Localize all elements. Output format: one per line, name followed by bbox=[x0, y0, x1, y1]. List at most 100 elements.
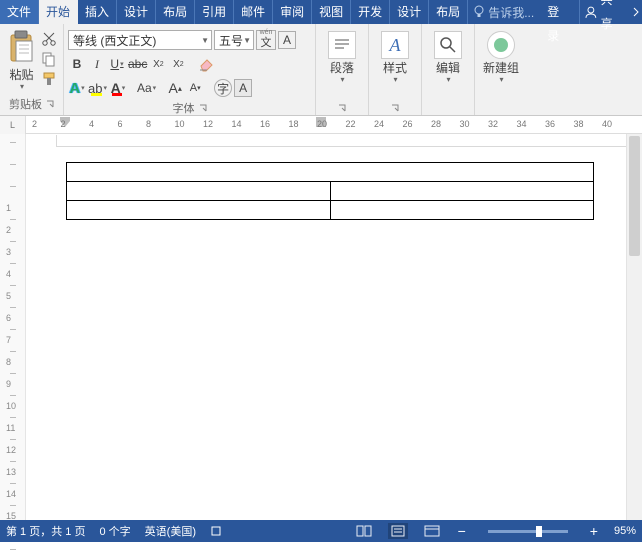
character-shading-button[interactable]: A bbox=[234, 79, 252, 97]
table-row[interactable] bbox=[67, 182, 594, 201]
ruler-tick: 5 bbox=[6, 291, 11, 301]
table-row[interactable] bbox=[67, 201, 594, 220]
ribbon-options[interactable] bbox=[630, 0, 642, 24]
ruler-tick: 10 bbox=[175, 119, 185, 129]
ruler-tick: 24 bbox=[374, 119, 384, 129]
tell-me[interactable]: 告诉我... bbox=[468, 0, 539, 24]
cut-button[interactable] bbox=[41, 31, 57, 47]
vertical-scrollbar[interactable] bbox=[626, 134, 642, 520]
view-print-button[interactable] bbox=[388, 523, 408, 539]
font-name-combo[interactable]: 等线 (西文正文) ▼ bbox=[68, 30, 212, 50]
status-language[interactable]: 英语(美国) bbox=[145, 523, 196, 539]
grow-font-button[interactable]: A▴ bbox=[166, 78, 184, 98]
dialog-launcher-icon[interactable] bbox=[338, 104, 346, 112]
page[interactable] bbox=[26, 134, 642, 520]
ruler-tick: 14 bbox=[232, 119, 242, 129]
table-cell[interactable] bbox=[330, 201, 594, 220]
group-new: 新建组 ▾ bbox=[475, 24, 527, 115]
tab-view[interactable]: 视图 bbox=[312, 0, 351, 24]
ruler-tick: 32 bbox=[488, 119, 498, 129]
enclose-character-button[interactable]: 字 bbox=[214, 79, 232, 97]
editing-button[interactable]: 编辑 ▾ bbox=[426, 27, 470, 84]
find-icon bbox=[438, 35, 458, 55]
font-size-value: 五号 bbox=[219, 32, 243, 49]
italic-button[interactable]: I bbox=[88, 54, 106, 74]
table-row[interactable] bbox=[67, 163, 594, 182]
dialog-launcher-icon[interactable] bbox=[199, 104, 207, 112]
ruler-vertical[interactable]: 12345678910111213141516 bbox=[0, 134, 26, 520]
tab-references[interactable]: 引用 bbox=[195, 0, 234, 24]
status-page[interactable]: 第 1 页，共 1 页 bbox=[6, 523, 85, 539]
ruler-dash bbox=[10, 263, 16, 264]
document-table[interactable] bbox=[66, 162, 594, 220]
tab-home[interactable]: 开始 bbox=[39, 0, 78, 24]
ruler-dash bbox=[10, 395, 16, 396]
zoom-out-button[interactable]: − bbox=[456, 523, 468, 539]
paragraph-button[interactable]: 段落 ▾ bbox=[320, 27, 364, 84]
table-cell[interactable] bbox=[67, 163, 594, 182]
strikethrough-button[interactable]: abc bbox=[128, 54, 147, 74]
ruler-dash bbox=[10, 483, 16, 484]
subscript-button[interactable]: X2 bbox=[149, 54, 167, 74]
ruler-dash bbox=[10, 164, 16, 165]
ruler-tick: 40 bbox=[602, 119, 612, 129]
zoom-slider[interactable] bbox=[488, 530, 568, 533]
tab-table-design[interactable]: 设计 bbox=[390, 0, 429, 24]
font-color-button[interactable]: A▾ bbox=[109, 78, 127, 98]
macro-stop-icon bbox=[210, 525, 222, 537]
share-button[interactable]: 共享 bbox=[580, 0, 630, 24]
dialog-launcher-icon[interactable] bbox=[391, 104, 399, 112]
scroll-thumb[interactable] bbox=[629, 136, 640, 256]
caret-down-icon: ▼ bbox=[201, 36, 209, 45]
ruler-tick: 13 bbox=[6, 467, 16, 477]
ruler-tick: 34 bbox=[517, 119, 527, 129]
tab-review[interactable]: 审阅 bbox=[273, 0, 312, 24]
format-painter-button[interactable] bbox=[41, 71, 57, 87]
zoom-in-button[interactable]: + bbox=[588, 523, 600, 539]
tab-design[interactable]: 设计 bbox=[117, 0, 156, 24]
copy-button[interactable] bbox=[41, 51, 57, 67]
new-group-label: 新建组 bbox=[479, 61, 523, 75]
tab-mailings[interactable]: 邮件 bbox=[234, 0, 273, 24]
tab-layout[interactable]: 布局 bbox=[156, 0, 195, 24]
zoom-value[interactable]: 95% bbox=[614, 525, 636, 537]
table-cell[interactable] bbox=[330, 182, 594, 201]
view-web-button[interactable] bbox=[422, 523, 442, 539]
ruler-tick: 1 bbox=[6, 203, 11, 213]
tab-developer[interactable]: 开发 bbox=[351, 0, 390, 24]
text-effects-button[interactable]: A▾ bbox=[68, 78, 86, 98]
ruler-tick: 9 bbox=[6, 379, 11, 389]
tab-insert[interactable]: 插入 bbox=[78, 0, 117, 24]
styles-button[interactable]: A 样式 ▾ bbox=[373, 27, 417, 84]
macro-indicator[interactable] bbox=[210, 525, 222, 537]
ruler-tick: 2 bbox=[32, 119, 37, 129]
underline-button[interactable]: U▾ bbox=[108, 54, 126, 74]
bold-button[interactable]: B bbox=[68, 54, 86, 74]
new-group-button[interactable]: 新建组 ▾ bbox=[479, 27, 523, 84]
shrink-font-button[interactable]: A▾ bbox=[186, 78, 204, 98]
change-case-button[interactable]: Aa▾ bbox=[137, 78, 156, 98]
web-layout-icon bbox=[424, 525, 440, 537]
status-bar: 第 1 页，共 1 页 0 个字 英语(美国) − + 95% bbox=[0, 520, 642, 542]
superscript-button[interactable]: X2 bbox=[169, 54, 187, 74]
dialog-launcher-icon[interactable] bbox=[46, 100, 54, 108]
tab-selector[interactable]: L bbox=[0, 116, 26, 134]
font-size-combo[interactable]: 五号 ▼ bbox=[214, 30, 254, 50]
character-border-button[interactable]: A bbox=[278, 31, 296, 49]
share-person-icon bbox=[584, 5, 598, 19]
ruler-horizontal[interactable]: L 2246810121416182022242628303234363840 bbox=[0, 116, 642, 134]
phonetic-guide-button[interactable]: wén文 bbox=[256, 30, 276, 50]
tab-file[interactable]: 文件 bbox=[0, 0, 39, 24]
table-cell[interactable] bbox=[67, 201, 331, 220]
editing-label: 编辑 bbox=[426, 61, 470, 75]
caret-down-icon: ▾ bbox=[480, 75, 523, 84]
paste-button[interactable]: 粘贴 ▾ bbox=[4, 27, 39, 91]
view-read-button[interactable] bbox=[354, 523, 374, 539]
clear-formatting-button[interactable] bbox=[197, 54, 215, 74]
status-word-count[interactable]: 0 个字 bbox=[99, 523, 130, 539]
zoom-knob[interactable] bbox=[536, 526, 542, 537]
login-button[interactable]: 登录 bbox=[539, 0, 580, 24]
highlight-button[interactable]: ab▾ bbox=[88, 78, 107, 98]
tab-table-layout[interactable]: 布局 bbox=[429, 0, 468, 24]
table-cell[interactable] bbox=[67, 182, 331, 201]
